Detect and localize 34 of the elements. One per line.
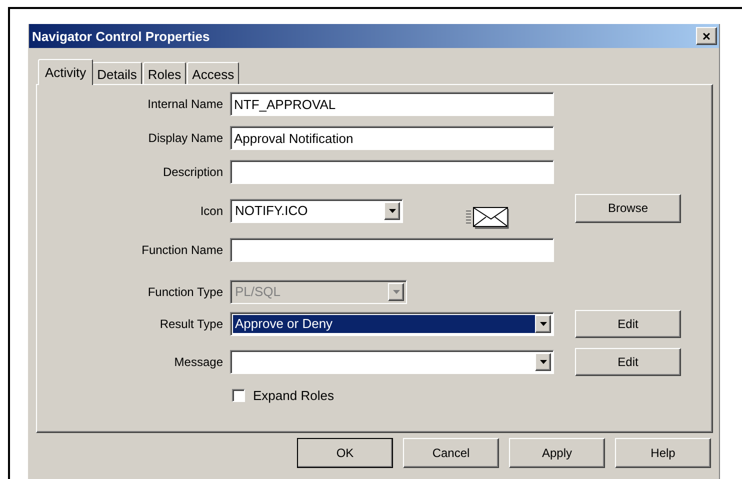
tab[interactable]: Roles	[142, 62, 186, 84]
field-label: Icon	[199, 204, 223, 218]
close-button[interactable]: ×	[696, 27, 717, 45]
dropdown-field[interactable]: Approve or Deny	[230, 312, 554, 336]
field-label: Message	[173, 355, 223, 369]
text-field[interactable]: NTF_APPROVAL	[230, 92, 554, 116]
ok-button[interactable]: OK	[297, 438, 393, 468]
apply-button[interactable]: Apply	[509, 438, 605, 468]
text-field[interactable]	[230, 160, 554, 184]
help-button[interactable]: Help	[615, 438, 711, 468]
cancel-button[interactable]: Cancel	[403, 438, 499, 468]
checkbox-label: Expand Roles	[253, 388, 334, 402]
tab[interactable]: Activity	[38, 59, 94, 85]
field-label: Function Type	[146, 285, 223, 299]
dropdown-arrow-icon	[388, 209, 396, 213]
dropdown-arrow-icon	[540, 360, 546, 364]
dropdown-field[interactable]	[230, 350, 554, 374]
field-label: Internal Name	[146, 97, 223, 111]
tab[interactable]: Details	[92, 62, 142, 84]
dropdown-arrow-icon	[392, 290, 400, 294]
dropdown-arrow-icon	[540, 322, 546, 326]
field-label: Display Name	[147, 131, 223, 145]
checkbox[interactable]	[232, 388, 245, 402]
window-title: Navigator Control Properties	[32, 28, 211, 44]
browse-button[interactable]: Browse	[575, 194, 681, 222]
field-label: Result Type	[158, 317, 223, 331]
field-label: Description	[162, 165, 223, 179]
edit-button[interactable]: Edit	[575, 348, 681, 376]
tab[interactable]: Access	[187, 62, 240, 84]
field-label: Function Name	[140, 243, 223, 257]
edit-button[interactable]: Edit	[575, 310, 681, 338]
text-field[interactable]	[230, 238, 554, 262]
text-field[interactable]: Approval Notification	[230, 126, 554, 150]
dropdown-field[interactable]: NOTIFY.ICO	[230, 199, 403, 223]
